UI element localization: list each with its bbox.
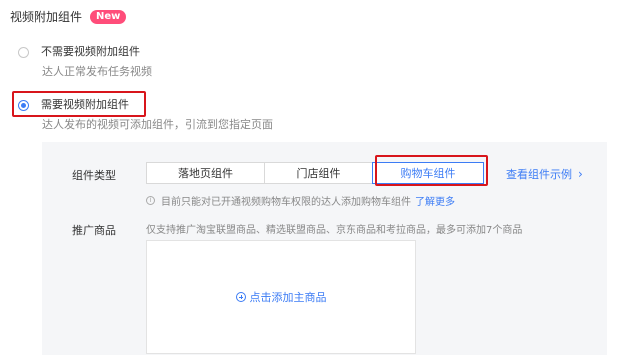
component-type-segmented: 落地页组件 门店组件 购物车组件 xyxy=(146,162,484,184)
radio-label-no-addon: 不需要视频附加组件 xyxy=(41,45,140,58)
learn-more-link[interactable]: 了解更多 xyxy=(415,193,455,208)
segment-store[interactable]: 门店组件 xyxy=(265,163,373,183)
plus-circle-icon xyxy=(235,292,246,302)
info-icon: i xyxy=(146,196,155,205)
add-product-box[interactable]: 点击添加主商品 xyxy=(146,240,416,354)
add-product-label: 点击添加主商品 xyxy=(249,291,327,304)
section-title-text: 视频附加组件 xyxy=(10,10,83,24)
radio-button-no-addon[interactable] xyxy=(18,47,29,58)
radio-button-with-addon[interactable] xyxy=(18,100,29,111)
radio-option-with-addon[interactable]: 需要视频附加组件 xyxy=(18,97,129,113)
radio-desc-no-addon: 达人正常发布任务视频 xyxy=(42,65,152,78)
new-badge: New xyxy=(90,9,127,24)
view-example-label: 查看组件示例 xyxy=(506,168,572,181)
section-title: 视频附加组件 New xyxy=(10,8,127,25)
component-type-label: 组件类型 xyxy=(72,169,116,182)
chevron-right-icon: › xyxy=(578,167,583,181)
cart-notice-text: 目前只能对已开通视频购物车权限的达人添加购物车组件 xyxy=(161,197,411,208)
view-example-link[interactable]: 查看组件示例 › xyxy=(506,166,583,182)
segment-shopping-cart[interactable]: 购物车组件 xyxy=(372,162,484,184)
radio-label-with-addon: 需要视频附加组件 xyxy=(41,98,129,111)
add-product-button[interactable]: 点击添加主商品 xyxy=(235,289,327,305)
cart-notice: i 目前只能对已开通视频购物车权限的达人添加购物车组件 了解更多 xyxy=(146,193,455,208)
radio-option-no-addon[interactable]: 不需要视频附加组件 xyxy=(18,44,140,60)
promotion-hint: 仅支持推广淘宝联盟商品、精选联盟商品、京东商品和考拉商品，最多可添加7个商品 xyxy=(146,225,523,236)
promotion-label: 推广商品 xyxy=(72,224,116,237)
segment-landing-page[interactable]: 落地页组件 xyxy=(147,163,265,183)
radio-desc-with-addon: 达人发布的视频可添加组件，引流到您指定页面 xyxy=(42,118,273,131)
